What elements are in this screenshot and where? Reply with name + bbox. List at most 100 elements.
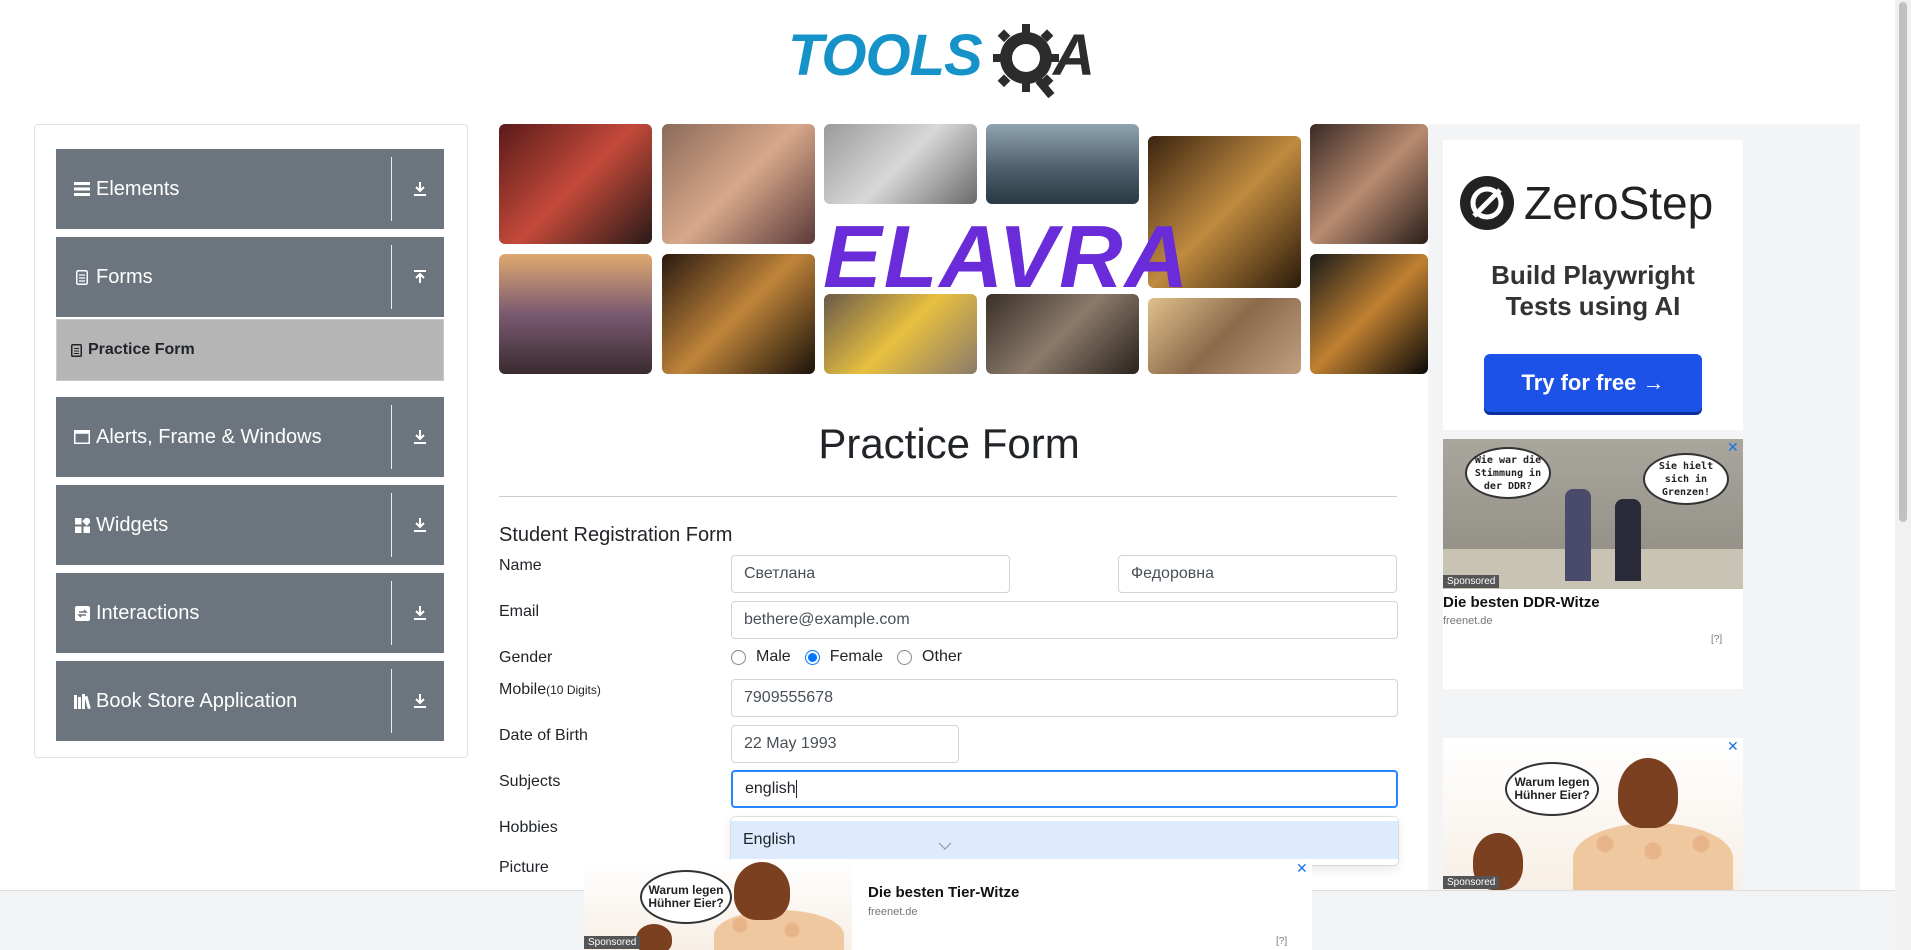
ad-image: Wie war die Stimmung in der DDR? Sie hie… (1443, 439, 1743, 589)
upload-arrow-icon[interactable] (412, 269, 428, 285)
chicken-jokes-ad[interactable]: Warum legen Hühner Eier? Sponsored ✕ (1443, 738, 1743, 890)
ad-image-hen (636, 924, 672, 950)
mobile-input[interactable]: 7909555678 (731, 679, 1398, 717)
banner-image (1310, 124, 1428, 244)
banner-image (499, 254, 652, 374)
ad-title[interactable]: Die besten DDR-Witze (1443, 594, 1600, 611)
zerostep-logo-icon (1460, 176, 1514, 230)
sidebar-group-widgets[interactable]: Widgets (56, 485, 444, 565)
name-label: Name (499, 557, 542, 574)
download-arrow-icon[interactable] (412, 429, 428, 445)
first-name-input[interactable]: Светлана (731, 555, 1010, 593)
banner-image (662, 124, 815, 244)
left-panel: Elements Forms Practice Form Alerts, Fra… (34, 124, 468, 758)
widgets-icon (72, 515, 92, 535)
zerostep-ad[interactable]: ZeroStep Build Playwright Tests using AI… (1443, 140, 1743, 430)
radio-label: Male (756, 648, 791, 665)
subjects-suggestion-menu: English (731, 817, 1398, 865)
close-icon[interactable]: ✕ (1296, 860, 1308, 877)
form-heading: Student Registration Form (499, 524, 733, 546)
ddr-jokes-ad[interactable]: Wie war die Stimmung in der DDR? Sie hie… (1443, 439, 1743, 689)
radio-button[interactable] (897, 649, 913, 665)
ad-info-icon[interactable]: [?] (1276, 936, 1287, 947)
email-input[interactable]: bethere@example.com (731, 601, 1398, 639)
radio-button[interactable] (731, 649, 746, 665)
zerostep-tagline-line-2: Tests using AI (1505, 291, 1681, 321)
gender-radio-female[interactable]: Female (804, 648, 883, 666)
banner-image (662, 254, 815, 374)
divider (391, 245, 392, 309)
banner-image (824, 124, 977, 204)
sponsored-label: Sponsored (1443, 575, 1500, 588)
ad-image: Warum legen Hühner Eier? Sponsored (584, 860, 852, 950)
sidebar-group-book-store[interactable]: Book Store Application (56, 661, 444, 741)
speech-bubble: Warum legen Hühner Eier? (640, 870, 732, 924)
banner-ad[interactable]: ELAVRA (499, 124, 1428, 374)
gender-radio-other[interactable]: Other (897, 648, 962, 666)
ad-domain: freenet.de (1443, 615, 1493, 627)
scrollbar[interactable] (1895, 0, 1911, 950)
sidebar-group-elements[interactable]: Elements (56, 149, 444, 229)
date-of-birth-input[interactable]: 22 May 1993 (731, 725, 959, 763)
sidebar-group-label: Alerts, Frame & Windows (96, 425, 322, 448)
sidebar-group-label: Forms (96, 265, 153, 288)
document-icon (72, 267, 92, 287)
sidebar-group-interactions[interactable]: Interactions (56, 573, 444, 653)
hobbies-label: Hobbies (499, 819, 558, 836)
divider (391, 493, 392, 557)
animal-jokes-ad[interactable]: Warum legen Hühner Eier? Sponsored Die b… (584, 860, 1312, 950)
close-icon[interactable]: ✕ (1727, 439, 1739, 456)
picture-label: Picture (499, 859, 549, 876)
mobile-label-text: Mobile (499, 681, 547, 698)
ad-domain: freenet.de (868, 906, 918, 918)
ad-title[interactable]: Die besten Tier-Witze (868, 884, 1019, 901)
ad-info-icon[interactable]: [?] (1711, 634, 1722, 645)
zerostep-name: ZeroStep (1524, 177, 1714, 229)
sidebar-group-label: Widgets (96, 513, 169, 536)
speech-bubble: Wie war die Stimmung in der DDR? (1465, 447, 1551, 499)
ad-image-eggs (1573, 823, 1733, 890)
sponsored-label: Sponsored (1443, 876, 1500, 889)
gender-radio-group: Male Female Other (731, 648, 976, 666)
sidebar-item-practice-form[interactable]: Practice Form (56, 319, 444, 381)
divider (391, 581, 392, 645)
text-cursor (795, 780, 797, 798)
banner-image (499, 124, 652, 244)
ad-image-figure (1615, 499, 1641, 581)
subjects-input[interactable]: english (731, 770, 1398, 808)
toolsqa-logo[interactable]: TOOLS A (788, 14, 1114, 98)
logo-text-a: A (1053, 23, 1095, 88)
chevron-down-icon (938, 842, 952, 850)
ad-image-hen (1618, 758, 1678, 828)
download-arrow-icon[interactable] (412, 517, 428, 533)
sidebar-group-label: Interactions (96, 601, 200, 624)
radio-button[interactable] (804, 649, 820, 665)
gender-radio-male[interactable]: Male (731, 648, 791, 666)
banner-image (986, 124, 1139, 204)
email-label: Email (499, 603, 540, 620)
download-arrow-icon[interactable] (412, 693, 428, 709)
scrollbar-thumb[interactable] (1899, 2, 1907, 522)
list-icon (72, 179, 92, 199)
download-arrow-icon[interactable] (412, 605, 428, 621)
zerostep-tagline-line-1: Build Playwright (1491, 260, 1695, 290)
sidebar-group-alerts[interactable]: Alerts, Frame & Windows (56, 397, 444, 477)
download-arrow-icon[interactable] (412, 181, 428, 197)
gender-label: Gender (499, 649, 553, 666)
divider (391, 405, 392, 469)
close-icon[interactable]: ✕ (1727, 738, 1739, 755)
divider (391, 157, 392, 221)
divider (391, 669, 392, 733)
speech-bubble: Warum legen Hühner Eier? (1505, 762, 1599, 816)
speech-bubble: Sie hielt sich in Grenzen! (1643, 453, 1729, 505)
sidebar-group-forms[interactable]: Forms (56, 237, 444, 317)
subjects-label: Subjects (499, 773, 561, 790)
mobile-label-hint: (10 Digits) (546, 683, 601, 697)
last-name-input[interactable]: Федоровна (1118, 555, 1397, 593)
try-for-free-button[interactable]: Try for free → (1484, 354, 1702, 412)
page: TOOLS A Elements Forms Practice Form Ale… (0, 0, 1911, 950)
subjects-suggestion-option[interactable]: English (731, 821, 1398, 859)
sidebar-group-label: Elements (96, 177, 180, 200)
sidebar-item-label: Practice Form (88, 341, 195, 358)
form-icon (71, 343, 82, 357)
